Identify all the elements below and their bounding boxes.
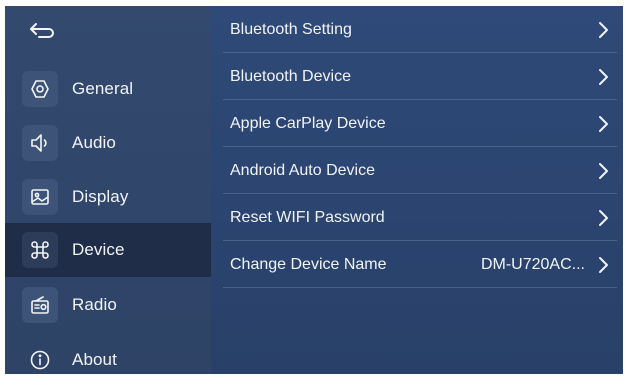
sidebar-item-about[interactable]: About xyxy=(5,333,211,374)
device-name-value: DM-U720AC... xyxy=(480,255,585,273)
row-bluetooth-device[interactable]: Bluetooth Device xyxy=(211,53,623,100)
device-settings-list: Bluetooth Setting Bluetooth Device Apple… xyxy=(211,6,623,374)
sidebar-item-label: Radio xyxy=(72,295,117,314)
row-reset-wifi-password[interactable]: Reset WIFI Password xyxy=(211,194,623,241)
sidebar-item-label: Audio xyxy=(72,133,116,152)
sidebar-item-label: Device xyxy=(72,240,125,259)
sidebar-item-label: About xyxy=(72,350,117,369)
settings-screen: General Audio Display Device Radio About… xyxy=(5,6,623,374)
sidebar-item-general[interactable]: General xyxy=(5,62,211,116)
image-icon xyxy=(31,189,49,205)
sidebar-item-device[interactable]: Device xyxy=(5,223,211,277)
row-label: Android Auto Device xyxy=(230,161,375,179)
chevron-right-icon xyxy=(599,256,608,273)
back-button[interactable] xyxy=(5,6,211,56)
row-change-device-name[interactable]: Change Device Name DM-U720AC... xyxy=(211,241,623,288)
radio-icon xyxy=(31,296,49,314)
chevron-right-icon xyxy=(599,162,608,179)
chevron-right-icon xyxy=(599,115,608,132)
chevron-right-icon xyxy=(599,68,608,85)
chevron-right-icon xyxy=(599,21,608,38)
sidebar-item-radio[interactable]: Radio xyxy=(5,278,211,332)
gear-hexagon-icon xyxy=(31,80,49,98)
sidebar-item-label: Display xyxy=(72,187,129,206)
row-android-auto-device[interactable]: Android Auto Device xyxy=(211,147,623,194)
chevron-right-icon xyxy=(599,209,608,226)
sidebar-item-label: General xyxy=(72,79,134,98)
row-bluetooth-setting[interactable]: Bluetooth Setting xyxy=(211,6,623,53)
sidebar: General Audio Display Device Radio About xyxy=(5,6,211,374)
sidebar-item-display[interactable]: Display xyxy=(5,170,211,224)
row-apple-carplay-device[interactable]: Apple CarPlay Device xyxy=(211,100,623,147)
command-key-icon xyxy=(31,241,49,259)
sidebar-item-audio[interactable]: Audio xyxy=(5,116,211,170)
speaker-icon xyxy=(31,134,47,152)
back-arrow-icon xyxy=(30,23,54,38)
row-label: Apple CarPlay Device xyxy=(230,114,386,132)
row-label: Reset WIFI Password xyxy=(230,208,385,226)
info-icon xyxy=(30,350,50,370)
row-label: Bluetooth Device xyxy=(230,67,351,85)
row-label: Bluetooth Setting xyxy=(230,20,352,38)
divider xyxy=(223,287,617,288)
row-label: Change Device Name xyxy=(230,255,387,273)
